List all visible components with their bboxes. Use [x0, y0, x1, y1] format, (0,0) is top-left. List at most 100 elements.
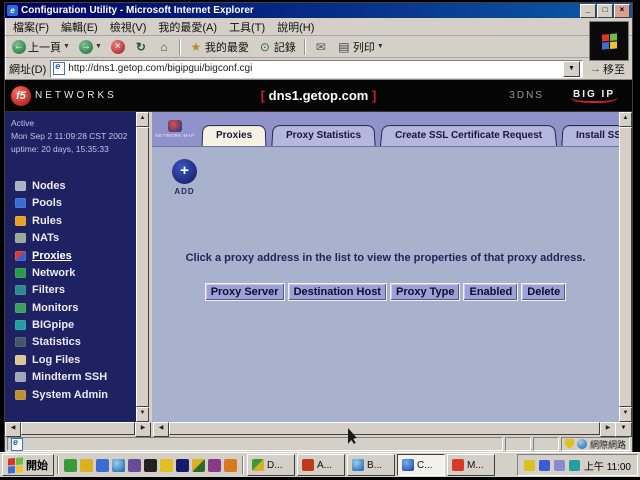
sidebar-item-nats[interactable]: NATs: [15, 229, 136, 246]
column-proxy-type[interactable]: Proxy Type: [390, 283, 461, 301]
tray-icon[interactable]: [554, 460, 565, 471]
column-delete[interactable]: Delete: [521, 283, 566, 301]
stop-button[interactable]: ×: [108, 39, 128, 55]
scrollbar-thumb[interactable]: [136, 127, 149, 407]
tab-strip: NETWORK MAP Proxies Proxy Statistics Cre…: [152, 112, 619, 147]
add-proxy-control[interactable]: + ADD: [172, 159, 197, 196]
tray-icon[interactable]: [569, 460, 580, 471]
print-label: 列印: [353, 39, 375, 55]
task-button-1[interactable]: D...: [247, 454, 295, 476]
column-proxy-server[interactable]: Proxy Server: [205, 283, 285, 301]
quick-launch-icon[interactable]: [176, 459, 189, 472]
task-icon: [252, 459, 264, 471]
quick-launch-icon[interactable]: [224, 459, 237, 472]
close-button[interactable]: ×: [614, 4, 630, 18]
print-icon: ▤: [337, 40, 351, 54]
monitors-icon: [15, 303, 26, 313]
scroll-right-icon[interactable]: ▶: [135, 422, 151, 437]
scrollbar-thumb[interactable]: [21, 422, 135, 435]
sidebar-item-rules[interactable]: Rules: [15, 212, 136, 229]
scroll-right-icon[interactable]: ▶: [600, 422, 616, 437]
forward-button[interactable]: → ▼: [76, 39, 105, 55]
task-button-4-active[interactable]: C...: [397, 454, 445, 476]
refresh-button[interactable]: ↻: [131, 39, 151, 55]
sidebar-item-monitors[interactable]: Monitors: [15, 299, 136, 316]
quick-launch-icon[interactable]: [64, 459, 77, 472]
scroll-down-icon[interactable]: ▼: [619, 407, 632, 422]
network-map-button[interactable]: NETWORK MAP: [154, 114, 196, 144]
menu-favorites[interactable]: 我的最愛(A): [158, 19, 217, 35]
title-bar[interactable]: e Configuration Utility - Microsoft Inte…: [5, 3, 632, 18]
print-dropdown-icon[interactable]: ▼: [377, 43, 384, 50]
sidebar-item-nodes[interactable]: Nodes: [15, 177, 136, 194]
task-button-2[interactable]: A...: [297, 454, 345, 476]
quick-launch-icon[interactable]: [96, 459, 109, 472]
address-input[interactable]: http://dns1.getop.com/bigipgui/bigconf.c…: [50, 60, 583, 78]
sidebar-item-network[interactable]: Network: [15, 264, 136, 281]
menu-help[interactable]: 說明(H): [277, 19, 314, 35]
history-button[interactable]: ⊙ 記錄: [255, 38, 299, 56]
status-message-panel: [7, 437, 503, 451]
menu-edit[interactable]: 編輯(E): [61, 19, 98, 35]
content-horizontal-scrollbar[interactable]: ◀ ▶: [153, 422, 616, 435]
tab-proxy-statistics[interactable]: Proxy Statistics: [272, 125, 376, 146]
menu-file[interactable]: 檔案(F): [13, 19, 49, 35]
tab-install-ssl-certificate[interactable]: Install SSL Certif: [562, 125, 619, 146]
sidebar-item-system-admin[interactable]: System Admin: [15, 386, 136, 403]
sidebar-item-mindterm-ssh[interactable]: Mindterm SSH: [15, 369, 136, 386]
scrollbar-thumb[interactable]: [619, 127, 632, 407]
quick-launch-icon[interactable]: [208, 459, 221, 472]
task-button-3[interactable]: B...: [347, 454, 395, 476]
tray-icon[interactable]: [539, 460, 550, 471]
forward-dropdown-icon[interactable]: ▼: [95, 43, 102, 50]
home-button[interactable]: ⌂: [154, 39, 174, 55]
quick-launch-icon[interactable]: [144, 459, 157, 472]
content-vertical-scrollbar[interactable]: ▲ ▼: [619, 112, 632, 422]
tab-create-ssl-certificate-request[interactable]: Create SSL Certificate Request: [380, 125, 557, 146]
add-icon[interactable]: +: [172, 159, 197, 184]
quick-launch-icon[interactable]: [160, 459, 173, 472]
print-button[interactable]: ▤ 列印 ▼: [334, 38, 387, 56]
scrollbar-thumb[interactable]: [169, 422, 600, 435]
favorites-button[interactable]: ★ 我的最愛: [186, 38, 252, 56]
sidebar-item-filters[interactable]: Filters: [15, 282, 136, 299]
back-dropdown-icon[interactable]: ▼: [63, 43, 70, 50]
column-enabled[interactable]: Enabled: [463, 283, 518, 301]
start-button[interactable]: 開始: [2, 454, 54, 476]
tab-proxies[interactable]: Proxies: [202, 125, 267, 146]
sidebar-horizontal-scrollbar[interactable]: ◀ ▶: [5, 422, 151, 435]
address-url[interactable]: http://dns1.getop.com/bigipgui/bigconf.c…: [68, 63, 560, 74]
sidebar-item-bigpipe[interactable]: BIGpipe: [15, 316, 136, 333]
mail-button[interactable]: ✉: [311, 39, 331, 55]
sidebar-item-proxies[interactable]: Proxies: [15, 247, 136, 264]
sidebar-item-pools[interactable]: Pools: [15, 195, 136, 212]
quick-launch-icon[interactable]: [80, 459, 93, 472]
minimize-button[interactable]: _: [580, 4, 596, 18]
scroll-left-icon[interactable]: ◀: [5, 422, 21, 437]
proxies-icon: [15, 251, 26, 261]
quick-launch-icon[interactable]: [128, 459, 141, 472]
task-button-5[interactable]: M...: [447, 454, 495, 476]
link-3dns[interactable]: 3DNS: [509, 90, 544, 101]
address-dropdown-icon[interactable]: ▼: [563, 61, 580, 77]
menu-tools[interactable]: 工具(T): [229, 19, 265, 35]
go-button[interactable]: → 移至: [587, 61, 628, 77]
scroll-left-icon[interactable]: ◀: [153, 422, 169, 437]
network-icon: [15, 268, 26, 278]
rules-icon: [15, 216, 26, 226]
scroll-up-icon[interactable]: ▲: [619, 112, 632, 127]
sidebar-item-log-files[interactable]: Log Files: [15, 351, 136, 368]
link-bigip[interactable]: BIG IP: [570, 88, 618, 103]
menu-view[interactable]: 檢視(V): [110, 19, 147, 35]
quick-launch-icon[interactable]: [192, 459, 205, 472]
quick-launch-icon[interactable]: [112, 459, 125, 472]
column-destination-host[interactable]: Destination Host: [288, 283, 387, 301]
sidebar-vertical-scrollbar[interactable]: ▲ ▼: [136, 112, 149, 422]
scroll-up-icon[interactable]: ▲: [136, 112, 149, 127]
taskbar-divider: [57, 456, 59, 474]
sidebar-item-statistics[interactable]: Statistics: [15, 334, 136, 351]
volume-icon[interactable]: [524, 460, 535, 471]
back-button[interactable]: ← 上一頁 ▼: [9, 38, 73, 56]
maximize-button[interactable]: □: [597, 4, 613, 18]
scroll-down-icon[interactable]: ▼: [136, 407, 149, 422]
